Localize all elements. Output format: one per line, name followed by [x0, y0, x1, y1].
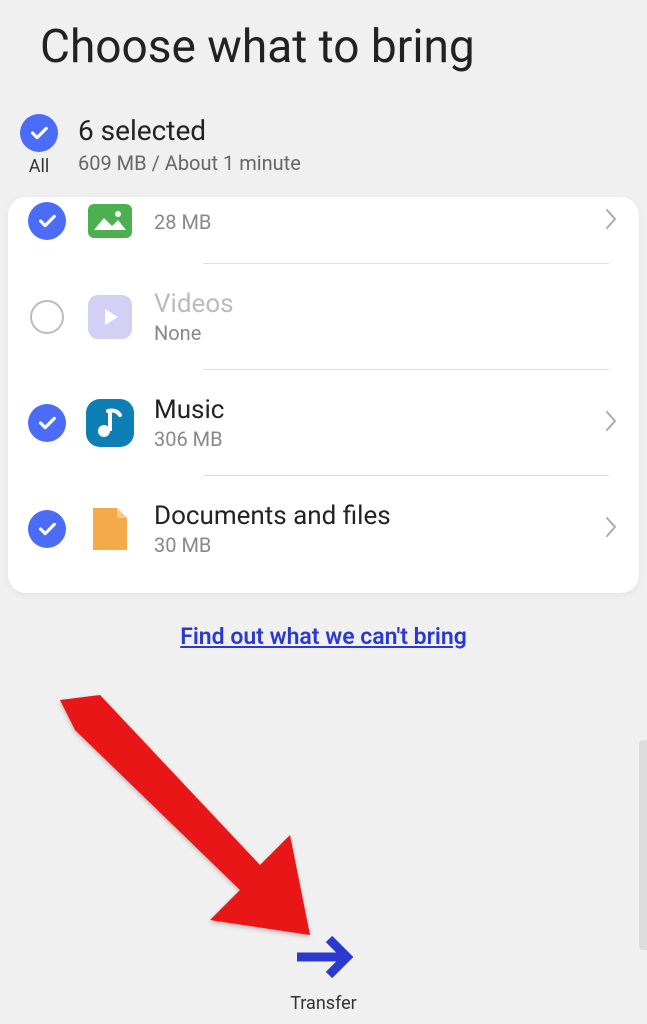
size-time-estimate: 609 MB / About 1 minute — [78, 151, 301, 175]
music-icon — [86, 399, 134, 447]
item-title: Documents and files — [154, 501, 583, 531]
summary-row: All 6 selected 609 MB / About 1 minute — [0, 104, 647, 197]
transfer-button[interactable]: Transfer — [289, 929, 359, 1014]
item-subtitle: 30 MB — [154, 533, 583, 557]
chevron-right-icon — [603, 514, 619, 544]
check-circle-icon — [28, 510, 66, 548]
list-item-videos[interactable]: Videos None — [8, 264, 639, 369]
checkbox-images[interactable] — [28, 202, 66, 240]
cant-bring-link[interactable]: Find out what we can't bring — [180, 623, 467, 650]
list-item-images[interactable]: 28 MB — [8, 197, 639, 263]
arrow-right-icon — [289, 929, 359, 985]
check-circle-icon — [28, 202, 66, 240]
checkbox-documents[interactable] — [28, 510, 66, 548]
item-subtitle: 28 MB — [154, 210, 583, 234]
images-icon — [86, 197, 134, 245]
item-text: 28 MB — [154, 208, 583, 234]
circle-outline-icon — [30, 300, 64, 334]
item-text: Videos None — [154, 289, 619, 345]
select-all-label: All — [29, 156, 50, 177]
transfer-button-area: Transfer — [0, 929, 647, 1014]
checkbox-music[interactable] — [28, 404, 66, 442]
scrollbar[interactable] — [639, 740, 647, 950]
check-circle-icon — [20, 114, 58, 152]
select-all-checkbox[interactable]: All — [20, 114, 58, 177]
annotation-arrow — [30, 690, 360, 970]
info-link-wrap: Find out what we can't bring — [0, 593, 647, 670]
summary-text: 6 selected 609 MB / About 1 minute — [78, 114, 301, 175]
list-item-music[interactable]: Music 306 MB — [8, 370, 639, 475]
item-subtitle: 306 MB — [154, 427, 583, 451]
page-header: Choose what to bring — [0, 0, 647, 104]
content-list-card: 28 MB Videos None Music 306 M — [8, 197, 639, 593]
item-text: Music 306 MB — [154, 395, 583, 451]
transfer-label: Transfer — [290, 993, 357, 1014]
item-text: Documents and files 30 MB — [154, 501, 583, 557]
chevron-right-icon — [603, 408, 619, 438]
checkbox-videos[interactable] — [28, 300, 66, 334]
video-icon — [86, 293, 134, 341]
list-item-documents[interactable]: Documents and files 30 MB — [8, 476, 639, 581]
page-title: Choose what to bring — [40, 20, 607, 74]
item-title: Music — [154, 395, 583, 425]
item-title: Videos — [154, 289, 619, 319]
document-icon — [86, 505, 134, 553]
chevron-right-icon — [603, 206, 619, 236]
check-circle-icon — [28, 404, 66, 442]
selected-count: 6 selected — [78, 114, 301, 147]
item-subtitle: None — [154, 321, 619, 345]
